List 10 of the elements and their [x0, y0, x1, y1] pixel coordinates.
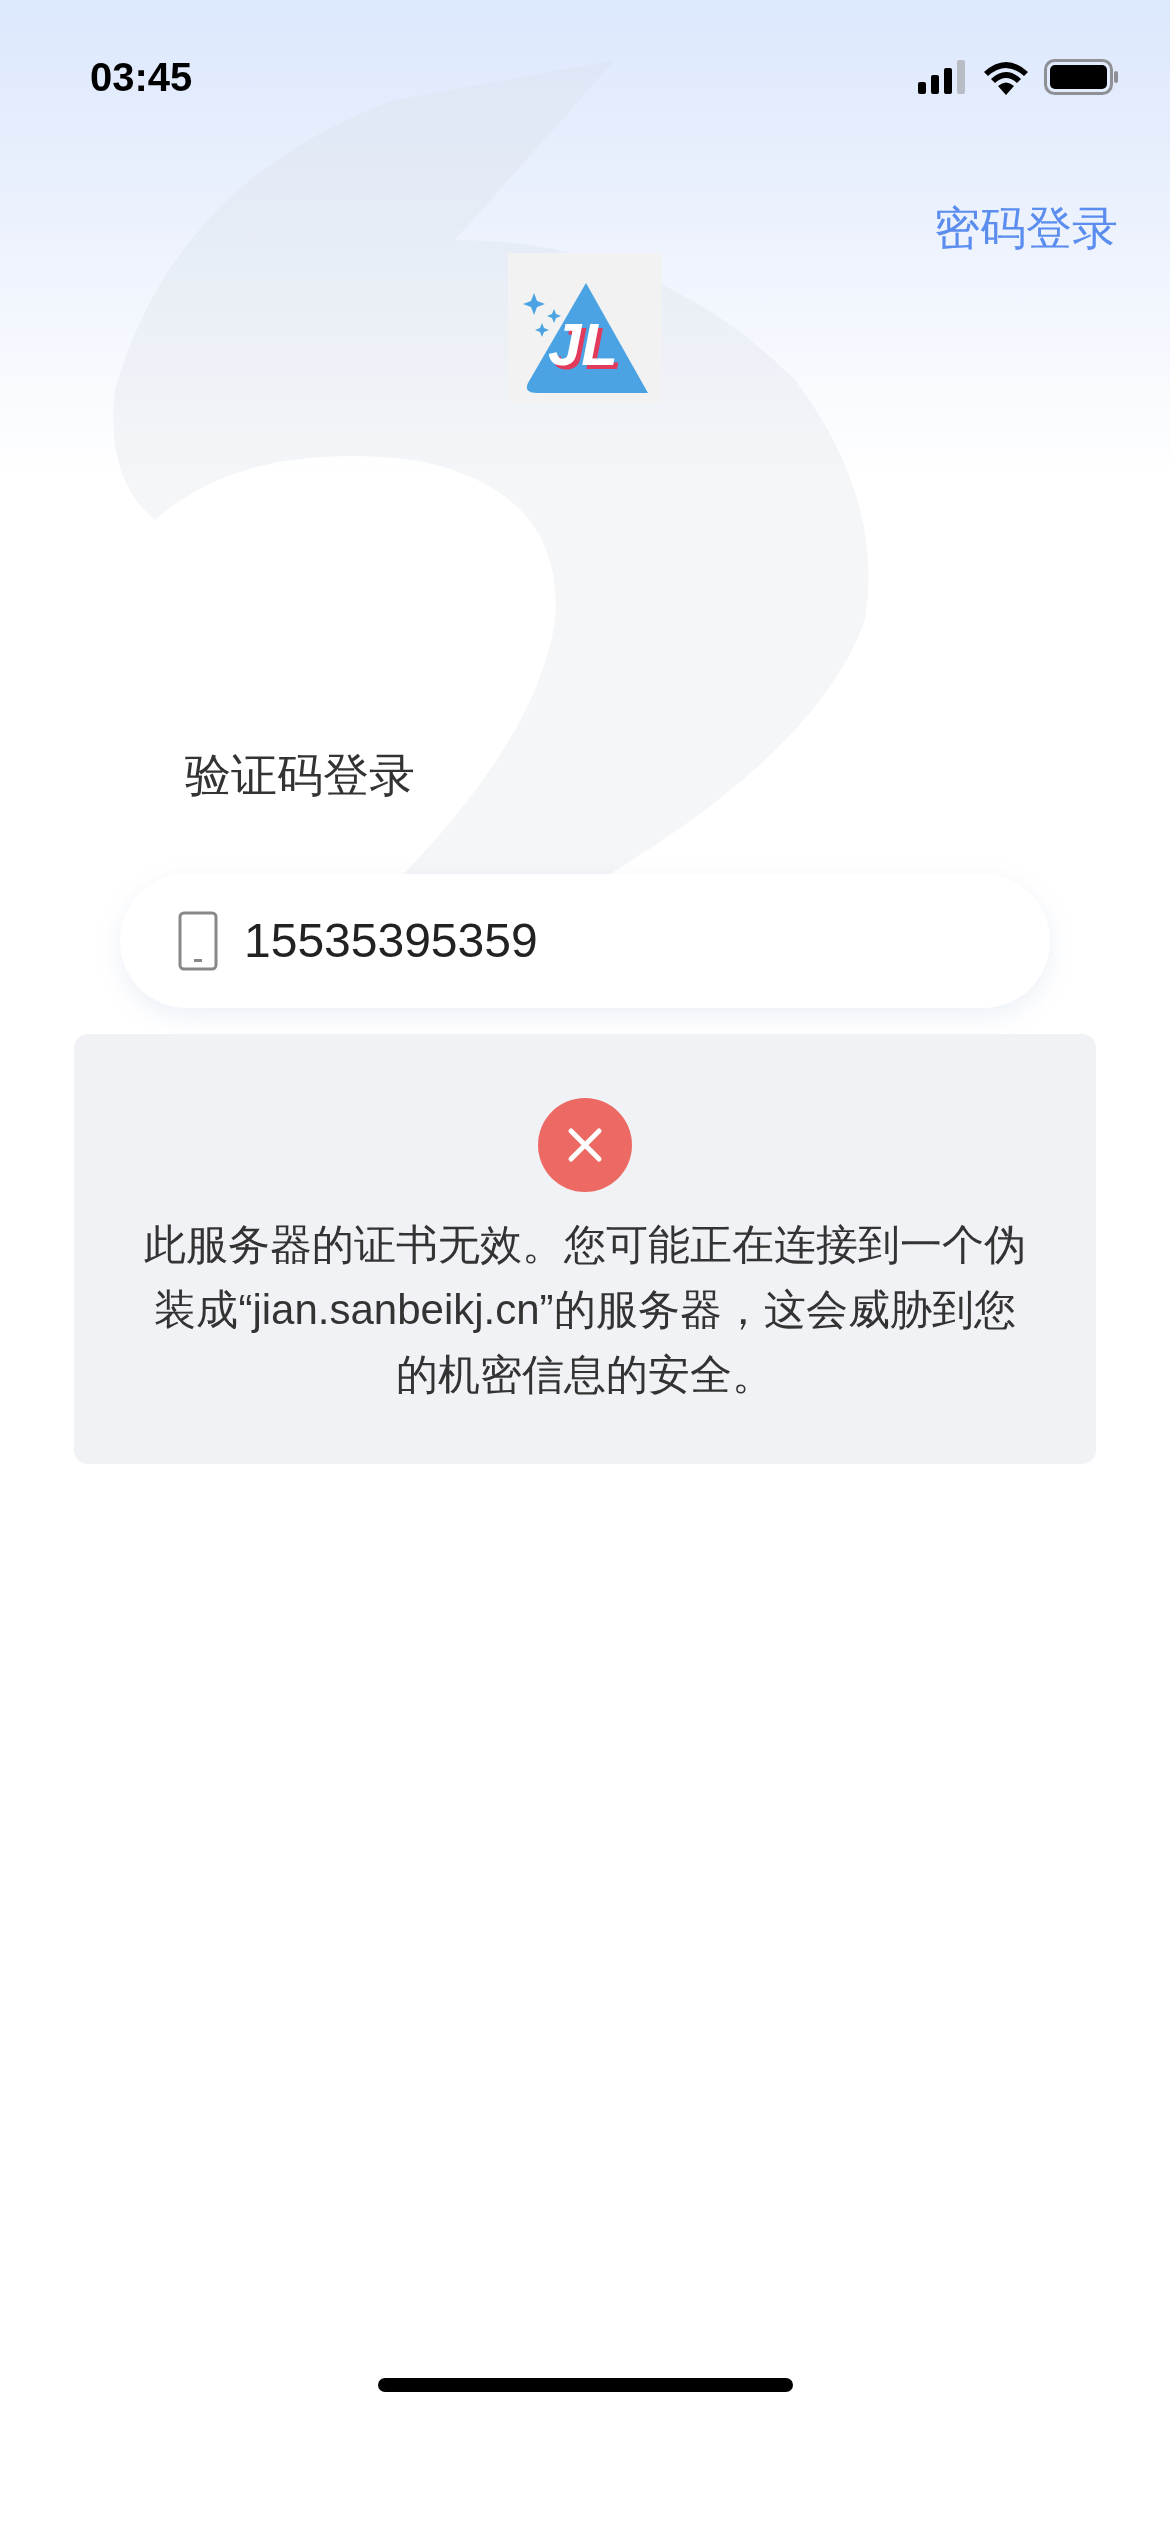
wifi-icon: [982, 59, 1030, 95]
signal-icon: [918, 60, 968, 94]
battery-icon: [1044, 59, 1120, 95]
logo-letters: JL: [548, 315, 619, 375]
status-time: 03:45: [90, 54, 193, 101]
error-icon: [538, 1098, 632, 1192]
phone-input-field[interactable]: 15535395359: [120, 874, 1050, 1008]
page-title: 验证码登录: [185, 749, 415, 801]
error-message: 此服务器的证书无效。您可能正在连接到一个伪装成“jian.sanbeikj.cn”的服务器，这会威胁到您的机密信息的安全。: [143, 1220, 1027, 1400]
phone-icon: [178, 911, 218, 971]
